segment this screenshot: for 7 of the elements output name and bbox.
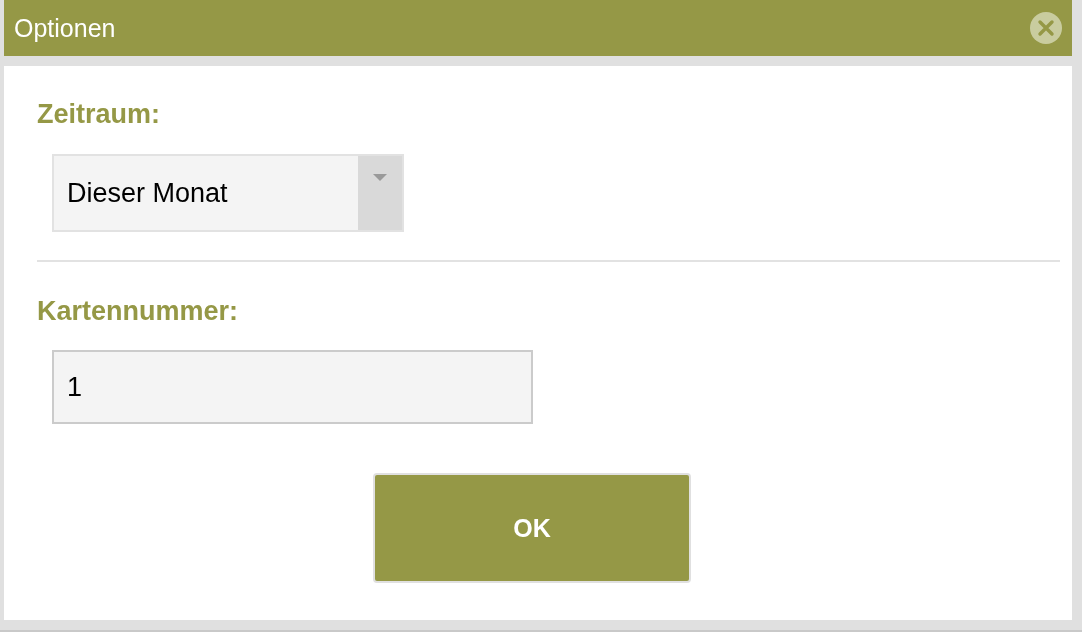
window-title: Optionen [14,13,116,43]
close-icon[interactable] [1030,12,1062,44]
text-field[interactable]: 1 [52,350,533,424]
caret-icon [373,174,387,181]
dropdown[interactable]: Dieser Monat [52,154,404,232]
field-label: Zeitraum: [37,98,161,130]
field-label: Kartennummer: [37,295,239,327]
